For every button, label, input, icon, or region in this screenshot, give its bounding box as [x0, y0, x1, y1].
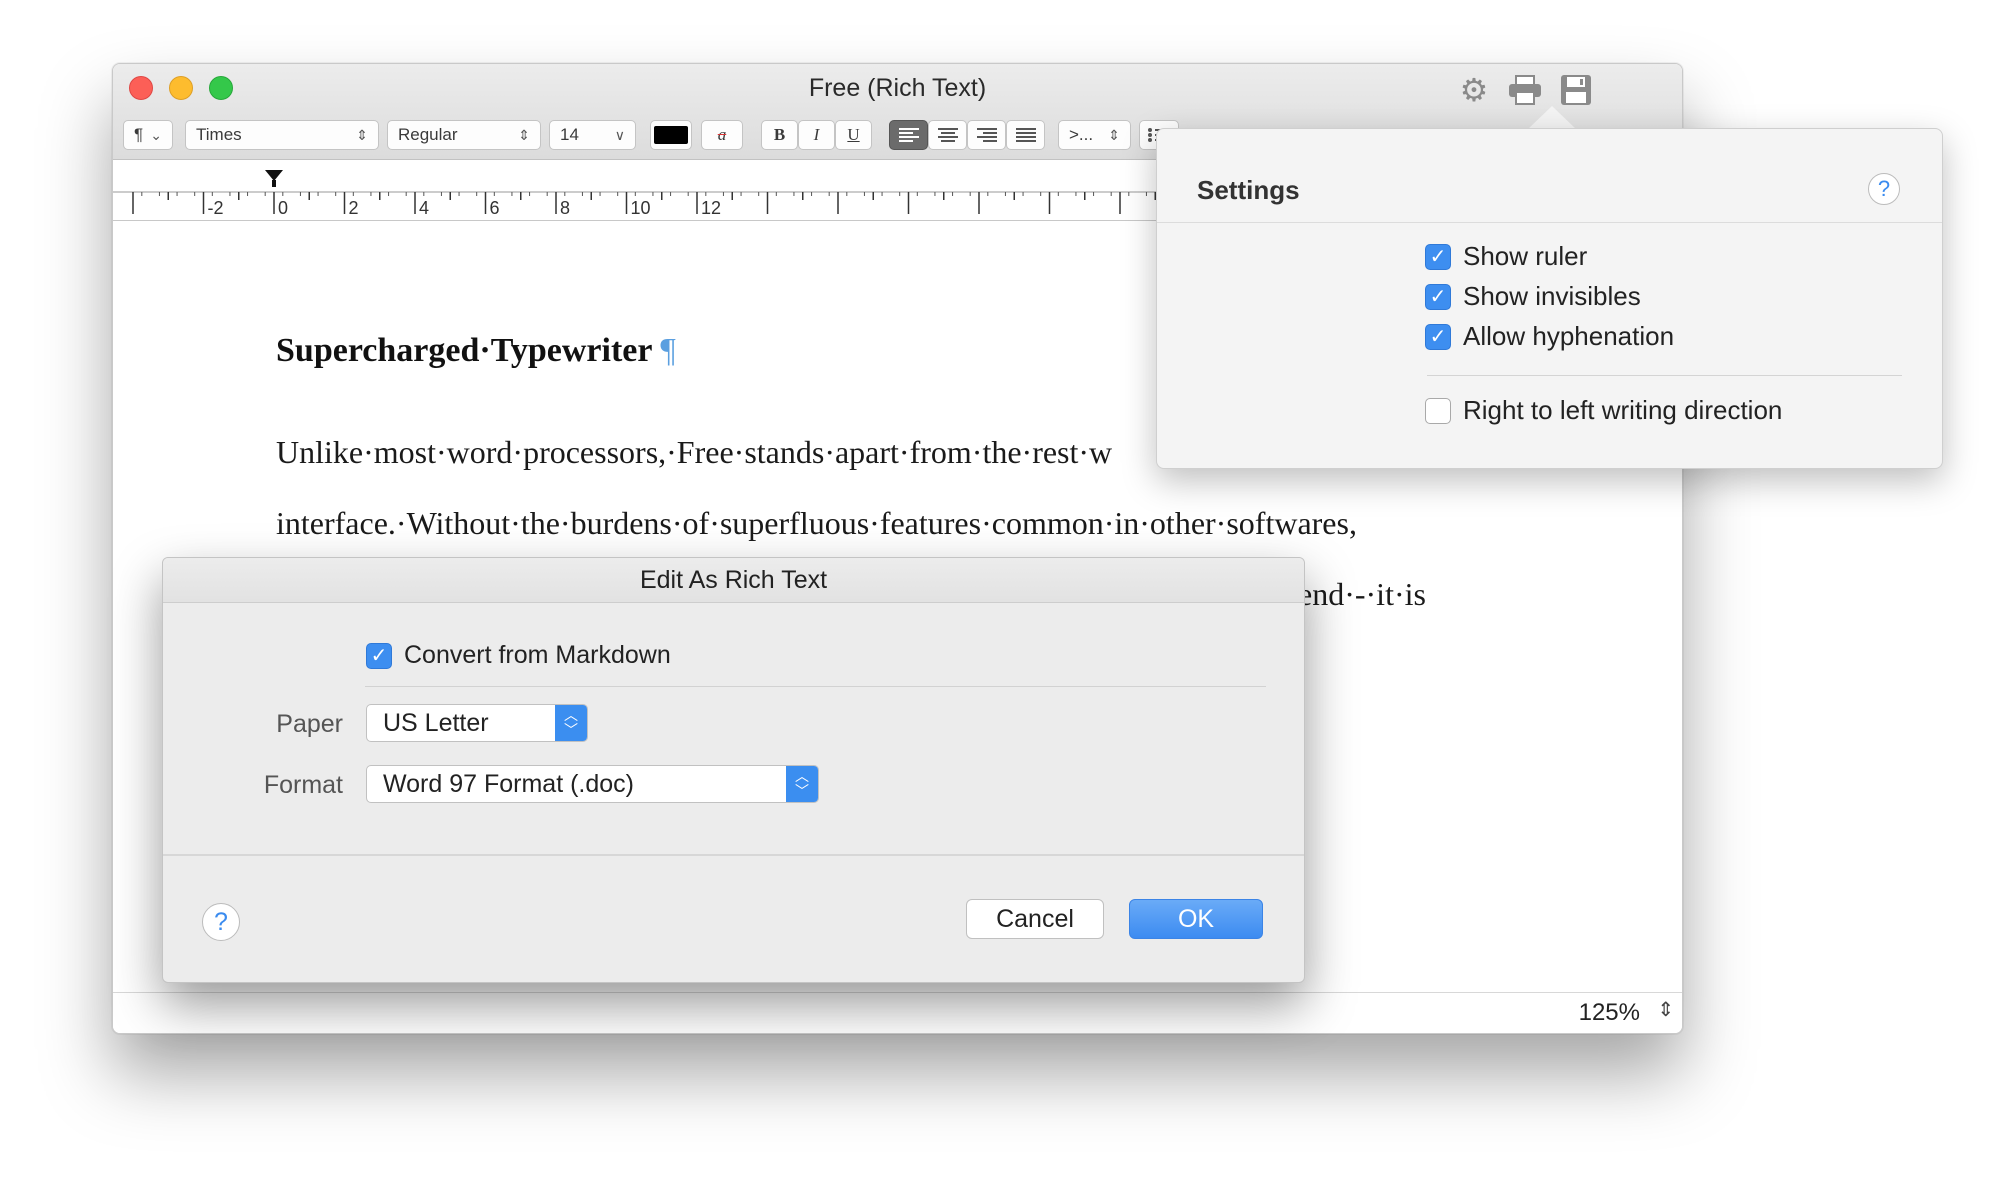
checkbox-checked-icon[interactable]: ✓ [1425, 323, 1451, 350]
align-justify-button[interactable] [1006, 120, 1045, 150]
settings-popover: Settings ? ✓ Show ruler ✓ Show invisible… [1156, 128, 1943, 469]
color-swatch [654, 126, 688, 144]
paragraph-style-popup[interactable]: ¶ ⌄ [123, 120, 173, 150]
font-size-combo[interactable]: 14 ∨ [549, 120, 636, 150]
paper-value: US Letter [383, 708, 489, 737]
ruler-label: 0 [278, 198, 288, 218]
text-color-well[interactable] [650, 120, 692, 150]
divider [163, 854, 1304, 856]
first-line-indent-marker[interactable] [265, 170, 283, 181]
settings-title: Settings [1197, 175, 1300, 205]
spacing-popup[interactable]: >... ⇕ [1058, 120, 1131, 150]
updown-arrows-icon[interactable]: ⇕ [1657, 997, 1674, 1022]
checkbox-checked-icon[interactable]: ✓ [1425, 243, 1451, 270]
chevron-down-icon: ⌄ [150, 126, 162, 143]
underline-button[interactable]: U [835, 120, 872, 150]
align-center-icon [937, 128, 958, 142]
font-style-popup[interactable]: Regular ⇕ [387, 120, 541, 150]
divider [365, 686, 1266, 687]
divider [1157, 222, 1942, 223]
show-ruler-label: Show ruler [1463, 241, 1588, 271]
popover-arrow [1528, 106, 1576, 129]
convert-markdown-checkbox[interactable]: ✓ Convert from Markdown [366, 641, 671, 670]
gear-icon[interactable]: ⚙ [1454, 70, 1494, 110]
updown-arrows-icon: ⇕ [356, 126, 368, 143]
font-style-label: Regular [398, 125, 458, 144]
convert-markdown-label: Convert from Markdown [404, 641, 671, 669]
document-line-2[interactable]: interface.·Without·the·burdens·of·superf… [276, 505, 1357, 542]
bold-button[interactable]: B [761, 120, 798, 150]
updown-arrows-icon: ︿ ﹀ [555, 705, 587, 741]
updown-arrows-icon: ⇕ [1108, 126, 1120, 143]
left-indent-marker[interactable] [272, 180, 276, 187]
checkbox-unchecked-icon[interactable] [1425, 397, 1451, 424]
status-bar: 125% ⇕ [113, 992, 1682, 1033]
ok-button[interactable]: OK [1129, 899, 1263, 939]
settings-help-button[interactable]: ? [1868, 173, 1900, 205]
cancel-button[interactable]: Cancel [966, 899, 1104, 939]
paper-label: Paper [276, 710, 343, 738]
ruler-label: 12 [701, 198, 721, 218]
format-label: Format [263, 771, 343, 799]
show-ruler-checkbox[interactable]: ✓ Show ruler [1425, 241, 1587, 272]
checkbox-checked-icon[interactable]: ✓ [366, 642, 392, 669]
dialog-help-button[interactable]: ? [202, 903, 240, 941]
ruler-label: 2 [349, 198, 359, 218]
align-right-button[interactable] [967, 120, 1006, 150]
window-title: Free (Rich Text) [808, 74, 987, 102]
align-center-button[interactable] [928, 120, 967, 150]
help-icon: ? [1877, 176, 1891, 201]
zoom-level[interactable]: 125% [1579, 999, 1640, 1027]
font-size-label: 14 [560, 125, 579, 144]
document-line-3[interactable]: end·-·it·is [1298, 576, 1426, 613]
paper-popup[interactable]: US Letter ︿ ﹀ [366, 704, 588, 742]
help-icon: ? [214, 907, 228, 936]
print-icon[interactable] [1505, 70, 1545, 110]
edit-as-rich-text-dialog: Edit As Rich Text ✓ Convert from Markdow… [162, 557, 1305, 983]
ruler-label: 10 [631, 198, 651, 218]
align-left-button[interactable] [889, 120, 928, 150]
strikethrough-button[interactable]: a [701, 120, 743, 150]
italic-icon: I [813, 125, 820, 144]
checkbox-checked-icon[interactable]: ✓ [1425, 283, 1451, 310]
pilcrow-mark: ¶ [660, 332, 676, 369]
align-left-icon [898, 128, 919, 142]
ruler-label: 8 [560, 198, 570, 218]
font-family-popup[interactable]: Times ⇕ [185, 120, 379, 150]
heading-text: Supercharged·Typewriter [276, 332, 652, 369]
show-invisibles-label: Show invisibles [1463, 281, 1641, 311]
rtl-direction-checkbox[interactable]: Right to left writing direction [1425, 395, 1782, 426]
allow-hyphenation-checkbox[interactable]: ✓ Allow hyphenation [1425, 321, 1674, 352]
spacing-label: >... [1069, 125, 1094, 144]
divider [1427, 375, 1902, 376]
dialog-title: Edit As Rich Text [163, 558, 1304, 603]
italic-button[interactable]: I [798, 120, 835, 150]
format-popup[interactable]: Word 97 Format (.doc) ︿ ﹀ [366, 765, 819, 803]
font-family-label: Times [196, 125, 242, 144]
show-invisibles-checkbox[interactable]: ✓ Show invisibles [1425, 281, 1641, 312]
align-justify-icon [1015, 128, 1036, 142]
updown-arrows-icon: ⇕ [518, 126, 530, 143]
strikethrough-icon: a [717, 125, 727, 144]
updown-arrows-icon: ︿ ﹀ [786, 766, 818, 802]
chevron-down-icon: ∨ [614, 126, 625, 143]
document-heading[interactable]: Supercharged·Typewriter ¶ [276, 332, 676, 370]
allow-hyphenation-label: Allow hyphenation [1463, 321, 1675, 351]
ruler-label: 4 [419, 198, 429, 218]
rtl-direction-label: Right to left writing direction [1463, 395, 1783, 425]
format-value: Word 97 Format (.doc) [383, 769, 635, 798]
ruler-label: -2 [208, 198, 224, 218]
save-icon[interactable] [1556, 70, 1596, 110]
ruler-label: 6 [490, 198, 500, 218]
underline-icon: U [847, 125, 860, 144]
align-right-icon [976, 128, 997, 142]
bold-icon: B [773, 125, 786, 144]
paragraph-style-label: ¶ [134, 125, 144, 144]
document-line-1[interactable]: Unlike·most·word·processors,·Free·stands… [276, 434, 1112, 471]
